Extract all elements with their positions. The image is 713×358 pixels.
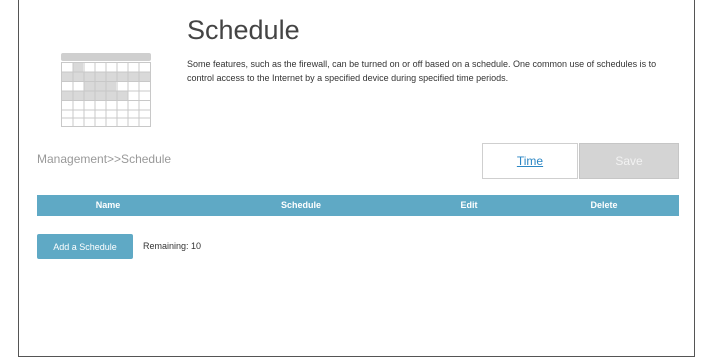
calendar-icon (61, 53, 151, 127)
page-title: Schedule (187, 15, 300, 45)
remaining-count: Remaining: 10 (143, 241, 202, 251)
column-header-edit: Edit (460, 200, 478, 210)
column-header-name: Name (95, 200, 121, 210)
time-button[interactable]: Time (482, 143, 578, 179)
page-description: Some features, such as the firewall, can… (187, 59, 657, 83)
breadcrumb: Management>>Schedule (37, 152, 172, 166)
schedule-table-header: Name Schedule Edit Delete (37, 195, 679, 216)
column-header-delete: Delete (590, 200, 618, 210)
save-button[interactable]: Save (579, 143, 679, 179)
add-schedule-button[interactable]: Add a Schedule (37, 234, 133, 259)
column-header-schedule: Schedule (280, 200, 322, 210)
